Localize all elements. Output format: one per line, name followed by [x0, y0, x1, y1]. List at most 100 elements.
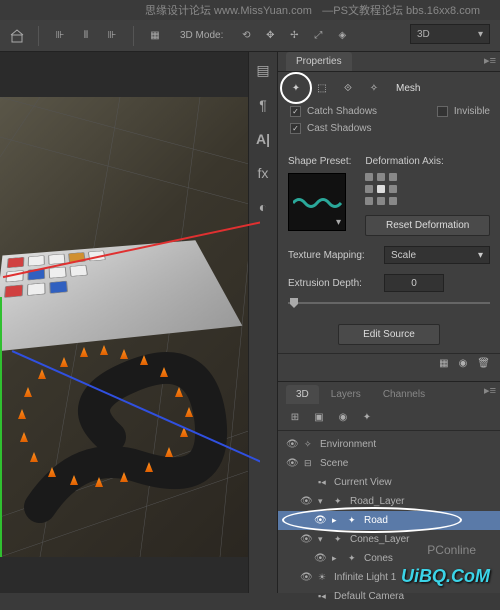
visibility-eye-icon[interactable]: 👁 [300, 496, 314, 507]
align-icon-3[interactable]: ⊪ [103, 27, 121, 45]
panel-menu-icon[interactable]: ▸≡ [484, 384, 496, 397]
visibility-eye-icon[interactable]: 👁 [286, 458, 300, 469]
canvas-area [0, 52, 278, 593]
panel-menu-icon[interactable]: ▸≡ [484, 54, 496, 67]
environment-icon: ✧ [304, 439, 316, 450]
rotate-icon[interactable]: ◈ [333, 27, 351, 45]
dropdown-value: 3D [417, 29, 430, 40]
visibility-eye-icon[interactable]: 👁 [300, 572, 314, 583]
adjustments-icon[interactable]: ◐ [259, 199, 267, 215]
options-bar: ⊪ ⫴ ⊪ ▦ 3D Mode: ⟲ ✥ ✢ ⤢ ◈ 3D ▾ [0, 20, 500, 52]
mesh-label: Mesh [396, 83, 420, 94]
extrusion-depth-label: Extrusion Depth: [288, 278, 376, 289]
chevron-down-icon: ▾ [478, 29, 483, 40]
render-icon[interactable]: ▦ [439, 358, 448, 369]
tree-label: Road [364, 515, 388, 526]
swatches-icon[interactable]: ▤ [256, 62, 269, 79]
tab-channels[interactable]: Channels [373, 385, 435, 404]
edit-source-button[interactable]: Edit Source [338, 324, 440, 345]
tree-label: Cones [364, 553, 393, 564]
preset-chevron-icon[interactable]: ▾ [336, 217, 341, 228]
tree-default-camera[interactable]: ▪◂ Default Camera [278, 587, 500, 606]
deformation-axis-label: Deformation Axis: [365, 156, 490, 167]
watermark-top-right: —PS文教程论坛 bbs.16xx8.com [322, 2, 480, 18]
filter-material-icon[interactable]: ◉ [336, 410, 350, 424]
catch-shadows-label: Catch Shadows [307, 106, 377, 117]
tree-current-view[interactable]: ▪◂ Current View [278, 473, 500, 492]
tree-road[interactable]: 👁 ▸ ✦ Road [278, 511, 500, 530]
disclosure-triangle-icon[interactable]: ▸ [332, 515, 344, 526]
shape-preset-thumb[interactable]: ▾ [288, 173, 346, 231]
mesh-node-icon: ✦ [348, 515, 360, 526]
document-canvas[interactable] [0, 97, 260, 557]
cap-icon[interactable]: ⟐ [340, 80, 356, 96]
visibility-eye-icon[interactable]: 👁 [286, 439, 300, 450]
road-mesh[interactable] [20, 327, 250, 527]
tree-label: Infinite Light 1 [334, 572, 396, 583]
mesh-node-icon: ✦ [334, 534, 346, 545]
light-icon: ☀ [318, 572, 330, 583]
styles-icon[interactable]: fx [258, 165, 269, 181]
home-icon[interactable] [8, 27, 26, 45]
mesh-node-icon: ✦ [348, 553, 360, 564]
extrusion-slider[interactable] [288, 296, 490, 310]
scene-icon: ⊟ [304, 458, 316, 469]
disclosure-triangle-icon[interactable]: ▾ [318, 534, 330, 545]
visibility-eye-icon[interactable]: 👁 [314, 515, 328, 526]
invisible-checkbox[interactable] [437, 106, 448, 117]
y-axis[interactable] [0, 297, 2, 557]
disclosure-triangle-icon[interactable]: ▾ [318, 496, 330, 507]
tree-road-layer[interactable]: 👁 ▾ ✦ Road_Layer [278, 492, 500, 511]
reset-deformation-button[interactable]: Reset Deformation [365, 215, 490, 236]
scale-3d-icon[interactable]: ⤢ [309, 27, 327, 45]
right-panel: Properties ▸≡ ✦ ⬚ ⟐ ✧ Mesh Catch Shadows… [278, 52, 500, 593]
tree-label: Scene [320, 458, 348, 469]
properties-footer: ▦ ◉ 🗑 [278, 353, 500, 373]
mesh-icon[interactable]: ✦ [288, 80, 304, 96]
deform-icon[interactable]: ⬚ [314, 80, 330, 96]
watermark-uibq: UiBQ.CoM [401, 566, 490, 587]
view-dropdown[interactable]: 3D ▾ [410, 24, 490, 44]
coords-icon[interactable]: ✧ [366, 80, 382, 96]
tree-label: Road_Layer [350, 496, 404, 507]
paragraph-icon[interactable]: ¶ [259, 97, 267, 113]
vertical-toolbar: ▤ ¶ A| fx ◐ [248, 52, 278, 593]
shape-preset-label: Shape Preset: [288, 156, 351, 167]
disclosure-triangle-icon[interactable]: ▸ [332, 553, 344, 564]
watermark-pconline: PConline [427, 543, 476, 557]
texture-mapping-select[interactable]: Scale ▾ [384, 246, 490, 264]
filter-light-icon[interactable]: ✦ [360, 410, 374, 424]
mode-label: 3D Mode: [180, 30, 223, 41]
extrusion-depth-input[interactable]: 0 [384, 274, 444, 292]
invisible-label: Invisible [454, 106, 490, 117]
tree-scene[interactable]: 👁 ⊟ Scene [278, 454, 500, 473]
chevron-down-icon: ▾ [478, 250, 483, 261]
properties-tabs: Properties ▸≡ [278, 52, 500, 72]
cast-shadows-label: Cast Shadows [307, 123, 371, 134]
mesh-icon-row: ✦ ⬚ ⟐ ✧ Mesh [288, 80, 490, 96]
tab-3d[interactable]: 3D [286, 385, 319, 404]
filter-all-icon[interactable]: ⊞ [288, 410, 302, 424]
light-toggle-icon[interactable]: ◉ [459, 358, 468, 369]
texture-mapping-value: Scale [391, 250, 416, 261]
watermark-top-left: 思缘设计论坛 www.MissYuan.com [145, 2, 312, 18]
distribute-icon[interactable]: ▦ [146, 27, 164, 45]
tree-environment[interactable]: 👁 ✧ Environment [278, 435, 500, 454]
tab-properties[interactable]: Properties [286, 52, 352, 71]
pan-icon[interactable]: ✥ [261, 27, 279, 45]
move-icon[interactable]: ✢ [285, 27, 303, 45]
visibility-eye-icon[interactable]: 👁 [300, 534, 314, 545]
tree-label: Environment [320, 439, 376, 450]
filter-mesh-icon[interactable]: ▣ [312, 410, 326, 424]
catch-shadows-checkbox[interactable] [290, 106, 301, 117]
text-tool-icon[interactable]: A| [256, 131, 270, 147]
align-icon-2[interactable]: ⫴ [77, 27, 95, 45]
tab-layers[interactable]: Layers [321, 385, 371, 404]
cast-shadows-checkbox[interactable] [290, 123, 301, 134]
deformation-axis-grid[interactable] [365, 173, 490, 207]
orbit-icon[interactable]: ⟲ [237, 27, 255, 45]
trash-icon[interactable]: 🗑 [477, 358, 490, 369]
visibility-eye-icon[interactable]: 👁 [314, 553, 328, 564]
align-icon-1[interactable]: ⊪ [51, 27, 69, 45]
mesh-node-icon: ✦ [334, 496, 346, 507]
